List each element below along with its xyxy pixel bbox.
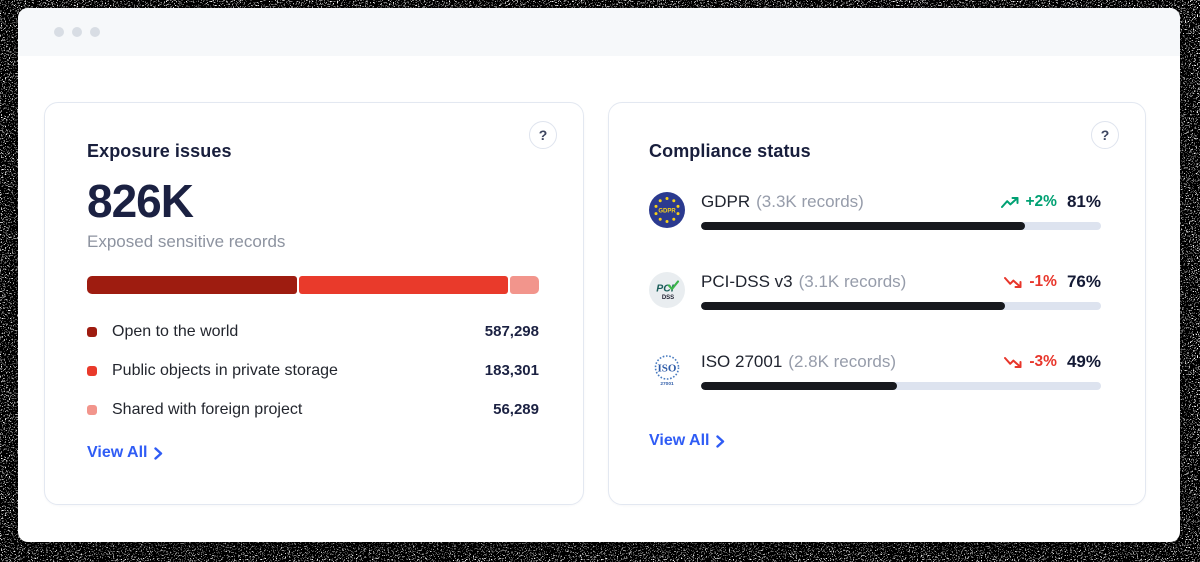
legend-value: 56,289 xyxy=(493,401,539,418)
compliance-percent: 81% xyxy=(1067,192,1101,212)
card-title: Exposure issues xyxy=(87,141,539,162)
app-window: ? Exposure issues 826K Exposed sensitive… xyxy=(18,8,1180,542)
compliance-list: GDPR GDPR (3.3K records) xyxy=(649,192,1101,390)
view-all-link[interactable]: View All xyxy=(87,444,163,462)
progress-bar-fill xyxy=(701,222,1025,230)
chevron-right-icon xyxy=(716,435,725,448)
svg-text:DSS: DSS xyxy=(662,295,674,301)
chevron-right-icon xyxy=(154,447,163,460)
bar-segment-shared-foreign xyxy=(510,276,539,294)
compliance-percent: 76% xyxy=(1067,272,1101,292)
compliance-row-gdpr: GDPR GDPR (3.3K records) xyxy=(649,192,1101,230)
compliance-name: GDPR xyxy=(701,192,750,212)
compliance-row-iso-27001: ISO 27001 ISO 27001 (2.8K records) xyxy=(649,352,1101,390)
exposure-stacked-bar xyxy=(87,276,539,294)
pci-dss-check-badge-icon: PCI DSS xyxy=(649,272,685,308)
window-titlebar xyxy=(18,8,1180,56)
compliance-records: (3.3K records) xyxy=(756,192,864,212)
help-icon[interactable]: ? xyxy=(529,121,557,149)
view-all-label: View All xyxy=(87,444,147,462)
dashboard-content: ? Exposure issues 826K Exposed sensitive… xyxy=(18,56,1180,505)
legend-value: 183,301 xyxy=(485,362,539,379)
progress-bar-fill xyxy=(701,302,1005,310)
trend-down-icon xyxy=(1004,276,1023,289)
window-control-dot[interactable] xyxy=(72,27,82,37)
svg-text:GDPR: GDPR xyxy=(658,208,676,214)
gdpr-eu-stars-badge-icon: GDPR xyxy=(649,192,685,228)
progress-bar-fill xyxy=(701,382,897,390)
progress-bar xyxy=(701,222,1101,230)
legend-label: Public objects in private storage xyxy=(112,362,485,380)
compliance-name: PCI-DSS v3 xyxy=(701,272,793,292)
exposure-issues-card: ? Exposure issues 826K Exposed sensitive… xyxy=(44,102,584,505)
trend-delta: +2% xyxy=(1026,193,1057,211)
exposure-legend: Open to the world 587,298 Public objects… xyxy=(87,312,539,429)
exposed-records-metric: 826K xyxy=(87,178,539,224)
legend-row: Shared with foreign project 56,289 xyxy=(87,390,539,429)
card-title: Compliance status xyxy=(649,141,1101,162)
bar-segment-open-to-world xyxy=(87,276,297,294)
svg-text:27001: 27001 xyxy=(660,381,674,387)
legend-row: Public objects in private storage 183,30… xyxy=(87,351,539,390)
compliance-percent: 49% xyxy=(1067,352,1101,372)
compliance-records: (3.1K records) xyxy=(799,272,907,292)
progress-bar xyxy=(701,302,1101,310)
window-control-dot[interactable] xyxy=(90,27,100,37)
help-icon[interactable]: ? xyxy=(1091,121,1119,149)
legend-row: Open to the world 587,298 xyxy=(87,312,539,351)
view-all-link[interactable]: View All xyxy=(649,432,725,450)
legend-bullet-icon xyxy=(87,405,97,415)
legend-value: 587,298 xyxy=(485,323,539,340)
trend-up-icon xyxy=(1001,196,1020,209)
iso-27001-badge-icon: ISO 27001 xyxy=(649,352,685,388)
compliance-row-pci-dss: PCI DSS PCI-DSS v3 (3.1K records) xyxy=(649,272,1101,310)
legend-bullet-icon xyxy=(87,327,97,337)
trend-down-icon xyxy=(1004,356,1023,369)
legend-bullet-icon xyxy=(87,366,97,376)
progress-bar xyxy=(701,382,1101,390)
window-control-dot[interactable] xyxy=(54,27,64,37)
compliance-name: ISO 27001 xyxy=(701,352,782,372)
legend-label: Shared with foreign project xyxy=(112,401,493,419)
view-all-label: View All xyxy=(649,432,709,450)
compliance-records: (2.8K records) xyxy=(788,352,896,372)
metric-caption: Exposed sensitive records xyxy=(87,232,539,252)
legend-label: Open to the world xyxy=(112,323,485,341)
bar-segment-public-objects xyxy=(299,276,508,294)
trend-delta: -3% xyxy=(1029,353,1057,371)
compliance-status-card: ? Compliance status GDPR xyxy=(608,102,1146,505)
svg-text:ISO: ISO xyxy=(658,363,677,375)
trend-delta: -1% xyxy=(1029,273,1057,291)
